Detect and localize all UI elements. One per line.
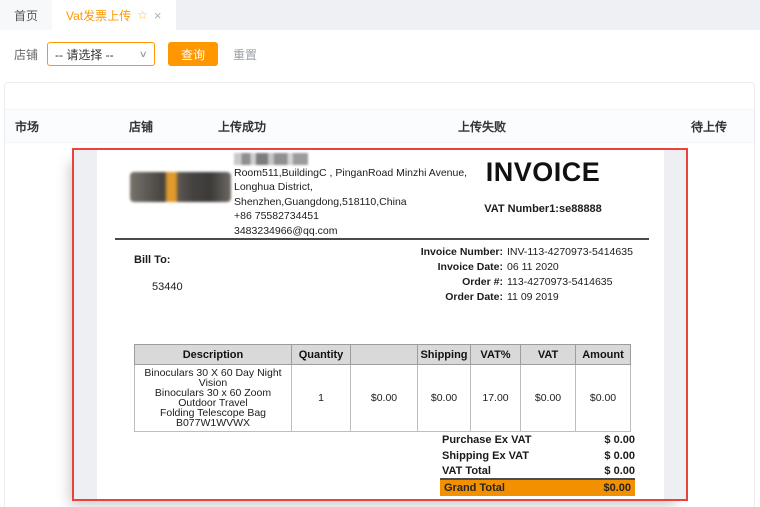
grand-total-value: $0.00 [603,482,631,494]
tab-home-label: 首页 [14,7,38,24]
invoice-title-block: INVOICE VAT Number1:se88888 [457,157,629,215]
item-vat-percent: 17.00 [471,365,521,432]
invoice-totals: Purchase Ex VAT $ 0.00 Shipping Ex VAT $… [442,433,635,480]
grand-total-label: Grand Total [444,482,505,494]
invoice-sheet: Room511,BuildingC , PinganRoad Minzhi Av… [97,150,664,499]
invoice-preview-image: Room511,BuildingC , PinganRoad Minzhi Av… [72,148,688,501]
invoice-number-row: Invoice Number: INV-113-4270973-5414635 [287,245,637,260]
purchase-ex-vat-row: Purchase Ex VAT $ 0.00 [442,433,635,449]
invoice-date-row: Invoice Date: 06 11 2020 [287,260,637,275]
order-number-label: Order #: [287,275,507,290]
column-header-upload-failed: 上传失败 [458,110,506,144]
items-header-amount: Amount [576,345,631,365]
header-divider-line [115,238,649,240]
shop-select[interactable]: -- 请选择 -- ∨ [47,42,155,66]
items-header-quantity: Quantity [292,345,351,365]
item-shipping: $0.00 [418,365,471,432]
column-header-shop: 店铺 [129,110,153,144]
invoice-items-table: Description Quantity Shipping VAT% VAT A… [134,344,631,432]
invoice-date-label: Invoice Date: [287,260,507,275]
invoice-number-value: INV-113-4270973-5414635 [507,245,633,260]
bill-to-label: Bill To: [134,254,170,266]
purchase-ex-vat-label: Purchase Ex VAT [442,433,531,449]
grand-total-row: Grand Total $0.00 [440,478,635,496]
column-header-upload-success: 上传成功 [218,110,266,144]
order-date-row: Order Date: 11 09 2019 [287,290,637,305]
tab-home[interactable]: 首页 [0,0,52,30]
items-header-shipping: Shipping [418,345,471,365]
items-header-vat-percent: VAT% [471,345,521,365]
item-amount: $0.00 [576,365,631,432]
items-header-vat: VAT [521,345,576,365]
order-date-label: Order Date: [287,290,507,305]
vat-number: VAT Number1:se88888 [457,203,629,215]
item-vat: $0.00 [521,365,576,432]
shipping-ex-vat-label: Shipping Ex VAT [442,449,529,465]
item-unit-price: $0.00 [351,365,418,432]
items-header-description: Description [135,345,292,365]
company-logo-blurred [130,172,231,202]
shop-filter-label: 店铺 [14,46,38,63]
order-number-value: 113-4270973-5414635 [507,275,613,290]
tab-vat-invoice-upload[interactable]: Vat发票上传 ☆ × [52,0,175,30]
order-number-row: Order #: 113-4270973-5414635 [287,275,637,290]
invoice-number-label: Invoice Number: [287,245,507,260]
chevron-down-icon: ∨ [139,49,148,60]
close-icon[interactable]: × [154,9,162,22]
invoice-title: INVOICE [457,157,629,188]
items-header-unit-price [351,345,418,365]
shipping-ex-vat-value: $ 0.00 [604,449,635,465]
invoice-meta: Invoice Number: INV-113-4270973-5414635 … [287,245,637,305]
tab-bar: 首页 Vat发票上传 ☆ × [0,0,760,30]
company-name-blurred [234,153,308,165]
shop-select-value: -- 请选择 -- [55,46,114,63]
order-date-value: 11 09 2019 [507,290,559,305]
purchase-ex-vat-value: $ 0.00 [604,433,635,449]
bill-to-value: 53440 [152,281,183,293]
column-header-market: 市场 [15,110,39,144]
items-row: Binoculars 30 X 60 Day Night Vision Bino… [135,365,631,432]
filter-toolbar: 店铺 -- 请选择 -- ∨ 查询 重置 [0,41,257,67]
search-button[interactable]: 查询 [168,42,218,66]
tab-active-label: Vat发票上传 [66,7,131,24]
items-header-row: Description Quantity Shipping VAT% VAT A… [135,345,631,365]
column-header-pending-upload: 待上传 [691,110,727,144]
shipping-ex-vat-row: Shipping Ex VAT $ 0.00 [442,449,635,465]
item-quantity: 1 [292,365,351,432]
favorite-star-icon[interactable]: ☆ [137,8,148,22]
invoice-date-value: 06 11 2020 [507,260,559,275]
summary-table-header: 市场 店铺 上传成功 上传失败 待上传 [5,109,754,143]
item-description: Binoculars 30 X 60 Day Night Vision Bino… [135,365,292,432]
reset-button[interactable]: 重置 [233,46,257,63]
